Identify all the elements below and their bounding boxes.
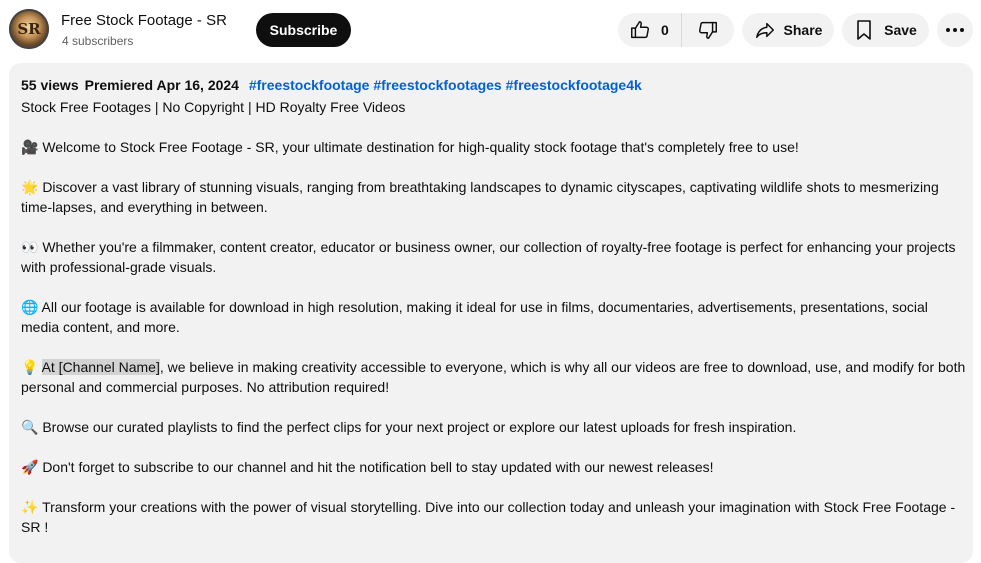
subscribe-button[interactable]: Subscribe	[256, 13, 351, 47]
hashtag-link[interactable]: #freestockfootage4k	[506, 77, 642, 93]
like-dislike-group: 0	[618, 13, 734, 47]
description-paragraph: ✨ Transform your creations with the powe…	[21, 499, 956, 535]
description-paragraph: 💡 At [Channel Name], we believe in makin…	[21, 357, 966, 397]
lightbulb-emoji: 💡	[21, 359, 42, 375]
description-subtitle: Stock Free Footages | No Copyright | HD …	[21, 99, 406, 115]
subscriber-count: 4 subscribers	[62, 34, 134, 48]
more-actions-button[interactable]	[937, 13, 973, 47]
video-action-bar: SR Free Stock Footage - SR 4 subscribers…	[0, 0, 981, 62]
view-count: 55 views	[21, 77, 79, 93]
description-paragraph: 🚀 Don't forget to subscribe to our chann…	[21, 459, 714, 475]
thumbs-up-icon	[629, 19, 651, 41]
like-button[interactable]: 0	[618, 13, 682, 47]
save-label: Save	[884, 22, 917, 38]
paragraph-text: , we believe in making creativity access…	[21, 359, 966, 395]
description-meta-line: 55 views Premiered Apr 16, 2024 #freestoc…	[21, 77, 642, 93]
save-button[interactable]: Save	[842, 13, 929, 47]
more-horizontal-icon	[945, 27, 965, 33]
description-paragraph: 🌟 Discover a vast library of stunning vi…	[21, 179, 939, 215]
hashtag-link[interactable]: #freestockfootage	[249, 77, 370, 93]
bookmark-icon	[854, 19, 874, 41]
dislike-button[interactable]	[682, 13, 734, 47]
hashtag-link[interactable]: #freestockfootages	[373, 77, 501, 93]
description-body: Stock Free Footages | No Copyright | HD …	[21, 97, 966, 557]
like-count: 0	[661, 22, 669, 38]
share-button[interactable]: Share	[742, 13, 834, 47]
description-paragraph: 🌐 All our footage is available for downl…	[21, 299, 928, 335]
share-label: Share	[783, 22, 823, 38]
channel-avatar[interactable]: SR	[9, 9, 49, 49]
premiere-date: Premiered Apr 16, 2024	[84, 77, 239, 93]
description-paragraph: 👀 Whether you're a filmmaker, content cr…	[21, 239, 956, 275]
highlighted-text: At [Channel Name]	[41, 359, 160, 375]
description-paragraph: 🎥 Welcome to Stock Free Footage - SR, yo…	[21, 139, 799, 155]
share-arrow-icon	[754, 19, 776, 41]
description-paragraph: 🔍 Browse our curated playlists to find t…	[21, 419, 797, 435]
channel-name-link[interactable]: Free Stock Footage - SR	[61, 12, 227, 29]
thumbs-down-icon	[697, 19, 719, 41]
